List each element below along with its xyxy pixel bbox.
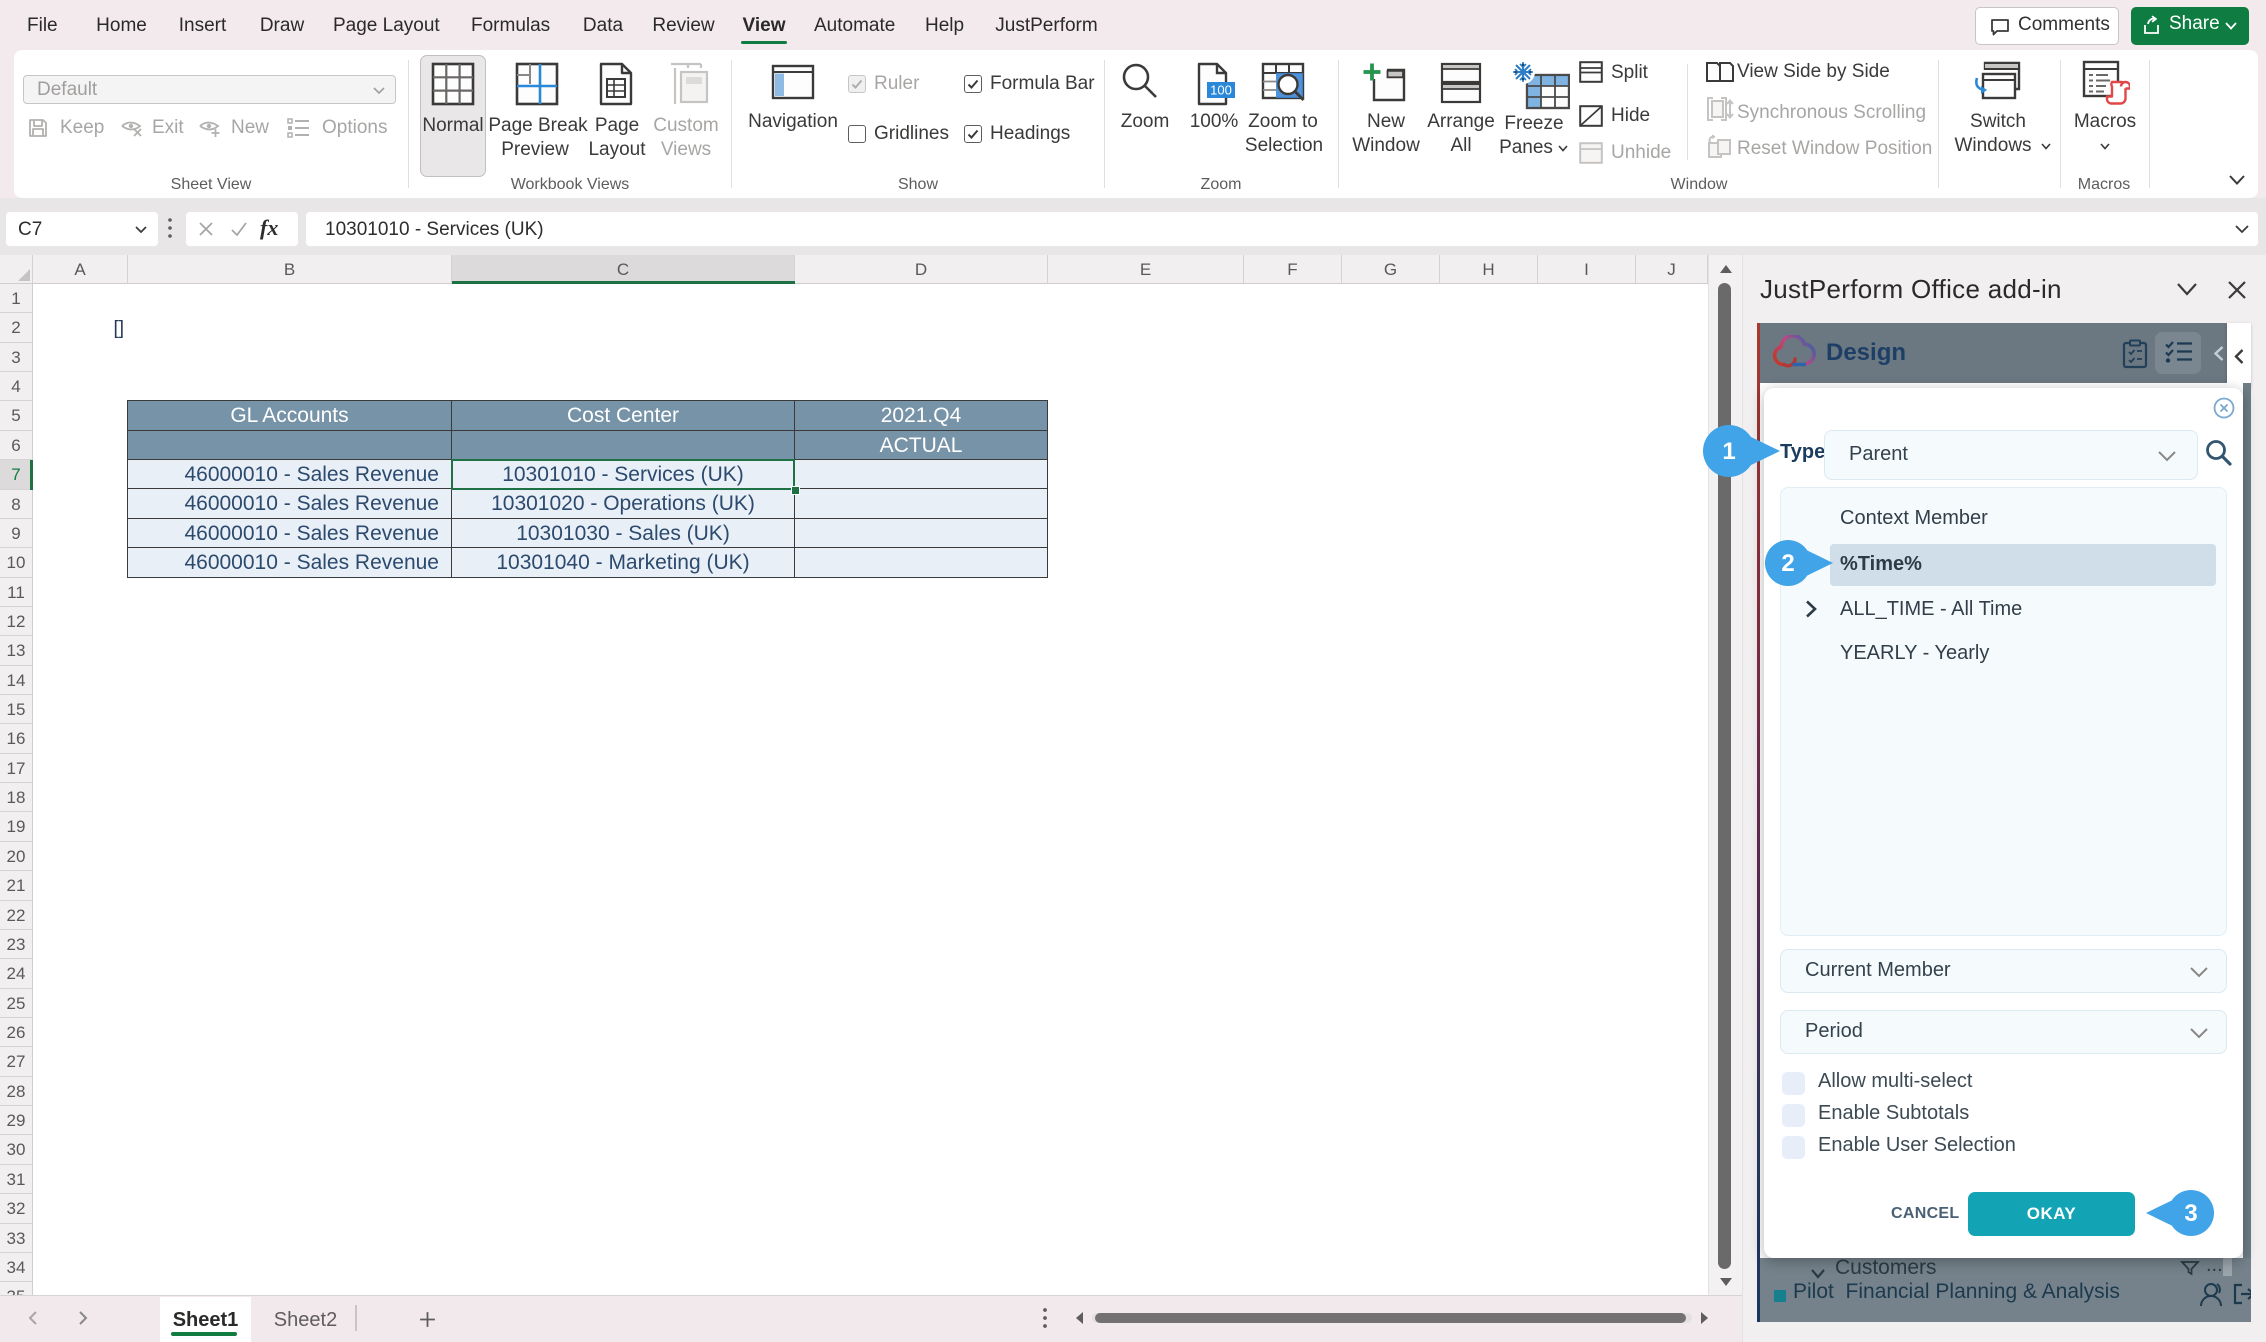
svg-text:100: 100 — [1210, 83, 1232, 98]
svg-text:1: 1 — [1722, 438, 1735, 465]
svg-text:3: 3 — [2184, 1200, 2197, 1227]
svg-text:2: 2 — [1781, 550, 1794, 577]
